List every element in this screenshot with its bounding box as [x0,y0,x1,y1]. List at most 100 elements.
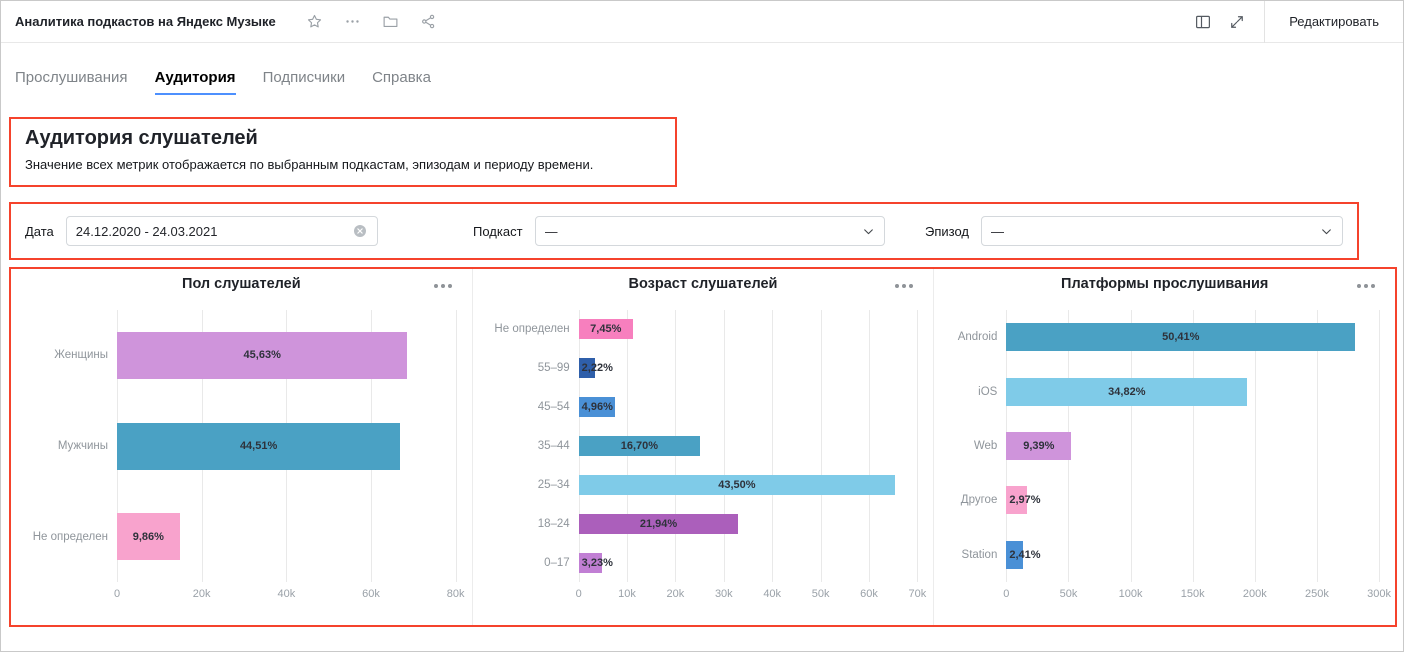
axis-tick-label: 20k [667,588,685,600]
bar[interactable] [117,423,400,470]
axis-tick-label: 60k [362,588,380,600]
header-actions-right [1194,13,1264,31]
share-icon[interactable] [420,13,437,30]
category-label: Женщины [11,310,117,401]
ellipsis-menu-icon[interactable] [893,280,915,292]
section-subtitle: Значение всех метрик отображается по выб… [25,157,661,172]
bar[interactable] [1006,541,1023,569]
axis-tick-label: 300k [1367,588,1391,600]
bar[interactable] [579,514,739,534]
category-label: Android [934,310,1006,364]
podcast-filter-label: Подкаст [473,224,523,239]
header-actions-left [306,13,437,30]
category-label: iOS [934,364,1006,418]
bar[interactable] [1006,432,1071,460]
date-filter: Дата 24.12.2020 - 24.03.2021 [25,216,473,246]
axis-tick-label: 100k [1119,588,1143,600]
axis-tick-label: 40k [763,588,781,600]
bar-row: 7,45% [579,310,918,349]
value-axis: 020k40k60k80k [117,582,456,606]
bar-row: 16,70% [579,427,918,466]
category-label: 35–44 [473,427,579,466]
axis-tick-label: 0 [1003,588,1009,600]
tab-help[interactable]: Справка [372,69,431,95]
axis-tick-label: 40k [277,588,295,600]
episode-select-value: — [991,224,1314,239]
bar-row: 4,96% [579,388,918,427]
bar-rows: 7,45%2,22%4,96%16,70%43,50%21,94%3,23% [579,310,918,582]
edit-button[interactable]: Редактировать [1289,14,1379,29]
more-icon[interactable] [344,13,361,30]
bar-row: 3,23% [579,543,918,582]
date-range-input[interactable]: 24.12.2020 - 24.03.2021 [66,216,378,246]
category-label: Web [934,419,1006,473]
podcast-select[interactable]: — [535,216,885,246]
category-axis: Не определен55–9945–5435–4425–3418–240–1… [473,310,579,582]
podcast-filter: Подкаст — [473,216,925,246]
bar[interactable] [1006,486,1026,514]
category-label: 0–17 [473,543,579,582]
category-label: Мужчины [11,401,117,492]
fullscreen-icon[interactable] [1228,13,1246,31]
star-icon[interactable] [306,13,323,30]
episode-select[interactable]: — [981,216,1343,246]
bar-row: 9,86% [117,491,456,582]
date-range-value: 24.12.2020 - 24.03.2021 [76,224,346,239]
bar[interactable] [579,436,700,456]
axis-tick-label: 30k [715,588,733,600]
bar[interactable] [1006,323,1355,351]
dashboard-page: Аналитика подкастов на Яндекс Музыке [0,0,1404,652]
axis-tick-label: 50k [1060,588,1078,600]
chevron-down-icon [1320,225,1333,238]
bar-row: 2,97% [1006,473,1379,527]
chart-panel-age: Возраст слушателей Не определен55–9945–5… [472,269,934,625]
axis-tick-label: 200k [1243,588,1267,600]
category-label: Другое [934,473,1006,527]
tab-bar: Прослушивания Аудитория Подписчики Справ… [15,69,1403,95]
category-label: Не определен [473,310,579,349]
date-filter-label: Дата [25,224,54,239]
bar-row: 34,82% [1006,364,1379,418]
plot-area: 50,41%34,82%9,39%2,97%2,41% [1006,310,1379,582]
bar[interactable] [1006,378,1247,406]
axis-tick-label: 150k [1181,588,1205,600]
bar-row: 50,41% [1006,310,1379,364]
tab-listens[interactable]: Прослушивания [15,69,128,95]
plot-area: 45,63%44,51%9,86% [117,310,456,582]
axis-tick-label: 0 [114,588,120,600]
category-label: 25–34 [473,465,579,504]
category-axis: AndroidiOSWebДругоеStation [934,310,1006,582]
section-title: Аудитория слушателей [25,127,661,150]
folder-icon[interactable] [382,13,399,30]
tab-audience[interactable]: Аудитория [155,69,236,95]
category-label: Station [934,528,1006,582]
value-axis: 050k100k150k200k250k300k [1006,582,1379,606]
chart-title: Пол слушателей [11,276,472,292]
bar-row: 9,39% [1006,419,1379,473]
bar[interactable] [579,475,895,495]
category-label: Не определен [11,491,117,582]
axis-tick-label: 70k [908,588,926,600]
episode-filter: Эпизод — [925,216,1343,246]
bar[interactable] [579,397,615,417]
ellipsis-menu-icon[interactable] [432,280,454,292]
bar[interactable] [117,332,407,379]
chart-title: Возраст слушателей [473,276,934,292]
filters-section: Дата 24.12.2020 - 24.03.2021 Подкаст — Э… [9,202,1359,260]
bar[interactable] [117,513,180,560]
axis-tick-label: 80k [447,588,465,600]
chart-panel-platforms: Платформы прослушивания AndroidiOSWebДру… [933,269,1395,625]
category-label: 18–24 [473,504,579,543]
bar[interactable] [579,358,595,378]
ellipsis-menu-icon[interactable] [1355,280,1377,292]
split-view-icon[interactable] [1194,13,1212,31]
axis-tick-label: 50k [812,588,830,600]
tab-subscribers[interactable]: Подписчики [263,69,346,95]
bar[interactable] [579,553,603,573]
axis-tick-label: 20k [193,588,211,600]
bar-row: 44,51% [117,401,456,492]
category-label: 45–54 [473,388,579,427]
bar[interactable] [579,319,633,339]
clear-icon[interactable] [352,223,368,239]
axis-tick-label: 0 [576,588,582,600]
